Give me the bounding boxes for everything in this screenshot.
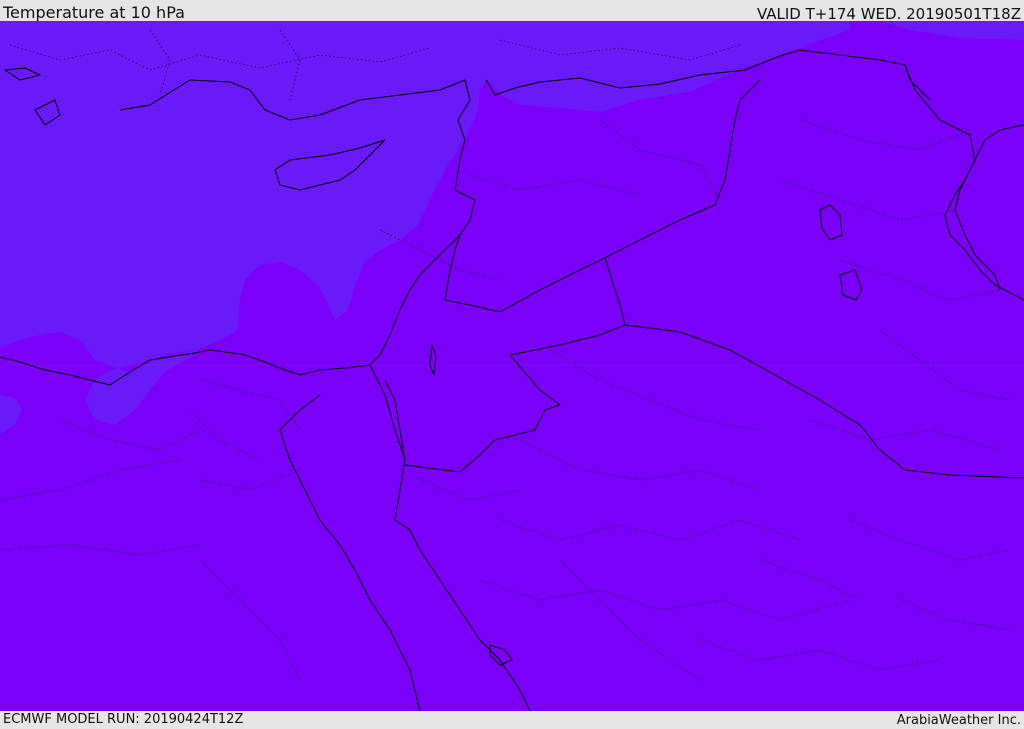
brand-credit: ArabiaWeather Inc. <box>896 713 1021 728</box>
header-bar: Temperature at 10 hPa VALID T+174 WED. 2… <box>0 0 1024 23</box>
map-title: Temperature at 10 hPa <box>3 3 185 22</box>
footer-bar: ECMWF MODEL RUN: 20190424T12Z ArabiaWeat… <box>0 711 1024 729</box>
weather-map[interactable] <box>0 21 1024 711</box>
model-run: ECMWF MODEL RUN: 20190424T12Z <box>3 712 244 727</box>
